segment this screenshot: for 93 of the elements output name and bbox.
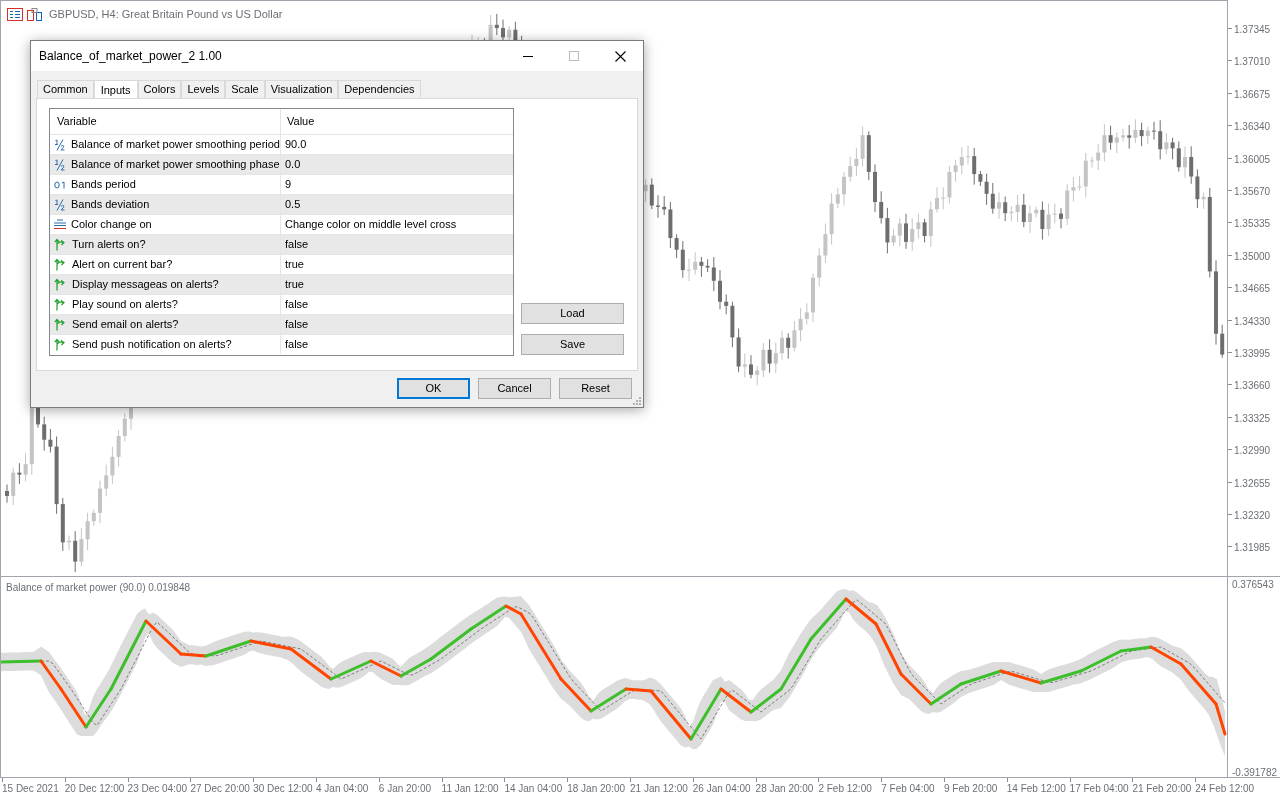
integer-icon: [54, 179, 66, 190]
fraction-icon: [54, 138, 66, 151]
close-icon: [614, 50, 626, 62]
axis-label: 0.376543: [1232, 578, 1274, 592]
time-label: 24 Feb 12:00: [1195, 782, 1255, 796]
dialog-button[interactable]: Reset: [559, 378, 632, 399]
time-label: 21 Jan 12:00: [630, 782, 688, 796]
price-label: 1.33995: [1234, 347, 1271, 361]
list-icon: [54, 219, 66, 230]
price-label: 1.32990: [1234, 444, 1271, 459]
price-label: 1.35000: [1234, 249, 1271, 264]
tab[interactable]: Dependencies: [338, 80, 421, 98]
dialog-button[interactable]: Cancel: [478, 378, 551, 399]
time-label: 14 Feb 12:00: [1006, 782, 1066, 796]
variable-name: Send push notification on alerts?: [72, 337, 232, 353]
tab[interactable]: Colors: [137, 80, 182, 98]
maximize-icon: [569, 51, 579, 61]
price-label: 1.37010: [1234, 55, 1271, 70]
value-cell[interactable]: 0.0: [281, 156, 301, 173]
value-cell[interactable]: true: [281, 256, 304, 273]
time-label: 2 Feb 12:00: [818, 782, 872, 796]
time-label: 28 Jan 20:00: [755, 782, 814, 796]
axis-label: -0.391782: [1232, 766, 1278, 780]
price-label: 1.34665: [1234, 282, 1271, 297]
variable-name: Play sound on alerts?: [72, 297, 178, 313]
price-label: 1.35670: [1234, 185, 1271, 199]
price-label: 1.36675: [1234, 87, 1271, 102]
branch-arrow-icon: [54, 238, 67, 251]
variable-name: Turn alerts on?: [72, 237, 146, 253]
value-cell[interactable]: 9: [281, 176, 292, 193]
tab[interactable]: Common: [37, 80, 94, 98]
variable-name: Display messageas on alerts?: [72, 277, 219, 293]
branch-arrow-icon: [54, 258, 67, 271]
variable-name: Bands period: [71, 177, 136, 193]
price-label: 1.37345: [1234, 23, 1271, 37]
chart-title: GBPUSD, H4: Great Britain Pound vs US Dollar: [49, 7, 283, 22]
value-cell[interactable]: false: [281, 296, 309, 313]
variable-name: Balance of market power smoothing period: [70, 137, 280, 153]
time-label: 4 Jan 04:00: [316, 782, 369, 796]
branch-arrow-icon: [54, 318, 67, 331]
variable-name: Balance of market power smoothing phase: [71, 157, 280, 173]
branch-arrow-icon: [54, 298, 67, 311]
time-label: 11 Jan 12:00: [441, 782, 499, 796]
dialog-button[interactable]: Save: [521, 334, 624, 355]
time-label: 17 Feb 04:00: [1069, 782, 1129, 796]
price-label: 1.34330: [1234, 314, 1271, 329]
dialog-title: Balance_of_market_power_2 1.00: [39, 48, 223, 65]
dialog-button[interactable]: Load: [521, 303, 624, 324]
time-label: 27 Dec 20:00: [190, 782, 250, 796]
variable-name: Alert on current bar?: [72, 257, 173, 273]
value-cell[interactable]: Change color on middle level cross: [281, 216, 457, 233]
fraction-icon: [54, 198, 66, 211]
time-label: 21 Feb 20:00: [1132, 782, 1192, 796]
price-label: 1.36005: [1234, 152, 1271, 167]
time-label: 15 Dec 2021: [2, 782, 59, 796]
bar-chart-icon[interactable]: [27, 7, 43, 21]
value-cell[interactable]: true: [281, 276, 304, 293]
variable-name: Color change on: [71, 217, 152, 233]
time-label: 9 Feb 20:00: [944, 782, 998, 796]
branch-arrow-icon: [54, 278, 67, 291]
time-label: 14 Jan 04:00: [504, 782, 563, 796]
time-label: 23 Dec 04:00: [127, 782, 188, 796]
variable-name: Bands deviation: [71, 197, 150, 213]
dialog-button[interactable]: OK: [397, 378, 470, 399]
variable-name: Send email on alerts?: [72, 317, 179, 333]
tab[interactable]: Visualization: [264, 80, 339, 98]
value-cell[interactable]: 0.5: [281, 196, 301, 213]
resize-grip-icon[interactable]: [633, 397, 641, 405]
fraction-icon: [54, 158, 66, 171]
value-cell[interactable]: 90.0: [281, 136, 307, 153]
column-header[interactable]: Value: [281, 113, 315, 130]
time-label: 18 Jan 20:00: [567, 782, 625, 796]
value-cell[interactable]: false: [281, 336, 309, 353]
price-label: 1.31985: [1234, 541, 1271, 556]
price-label: 1.35335: [1234, 217, 1271, 232]
price-label: 1.36340: [1234, 120, 1271, 135]
price-label: 1.33325: [1234, 411, 1271, 426]
tab[interactable]: Scale: [225, 80, 265, 98]
time-label: 26 Jan 04:00: [692, 782, 751, 796]
minimize-icon: [523, 55, 533, 57]
time-label: 7 Feb 04:00: [881, 782, 935, 796]
price-label: 1.33660: [1234, 379, 1271, 394]
value-cell[interactable]: false: [281, 316, 309, 333]
branch-arrow-icon: [54, 338, 67, 351]
value-cell[interactable]: false: [281, 236, 309, 253]
time-label: 6 Jan 20:00: [378, 782, 432, 796]
time-label: 30 Dec 12:00: [253, 782, 313, 796]
list-icon[interactable]: [7, 7, 23, 21]
time-label: 20 Dec 12:00: [64, 782, 125, 796]
price-label: 1.32655: [1234, 476, 1271, 491]
price-label: 1.32320: [1234, 509, 1271, 523]
indicator-label: Balance of market power (90.0) 0.019848: [6, 581, 190, 595]
tab[interactable]: Levels: [181, 80, 226, 98]
